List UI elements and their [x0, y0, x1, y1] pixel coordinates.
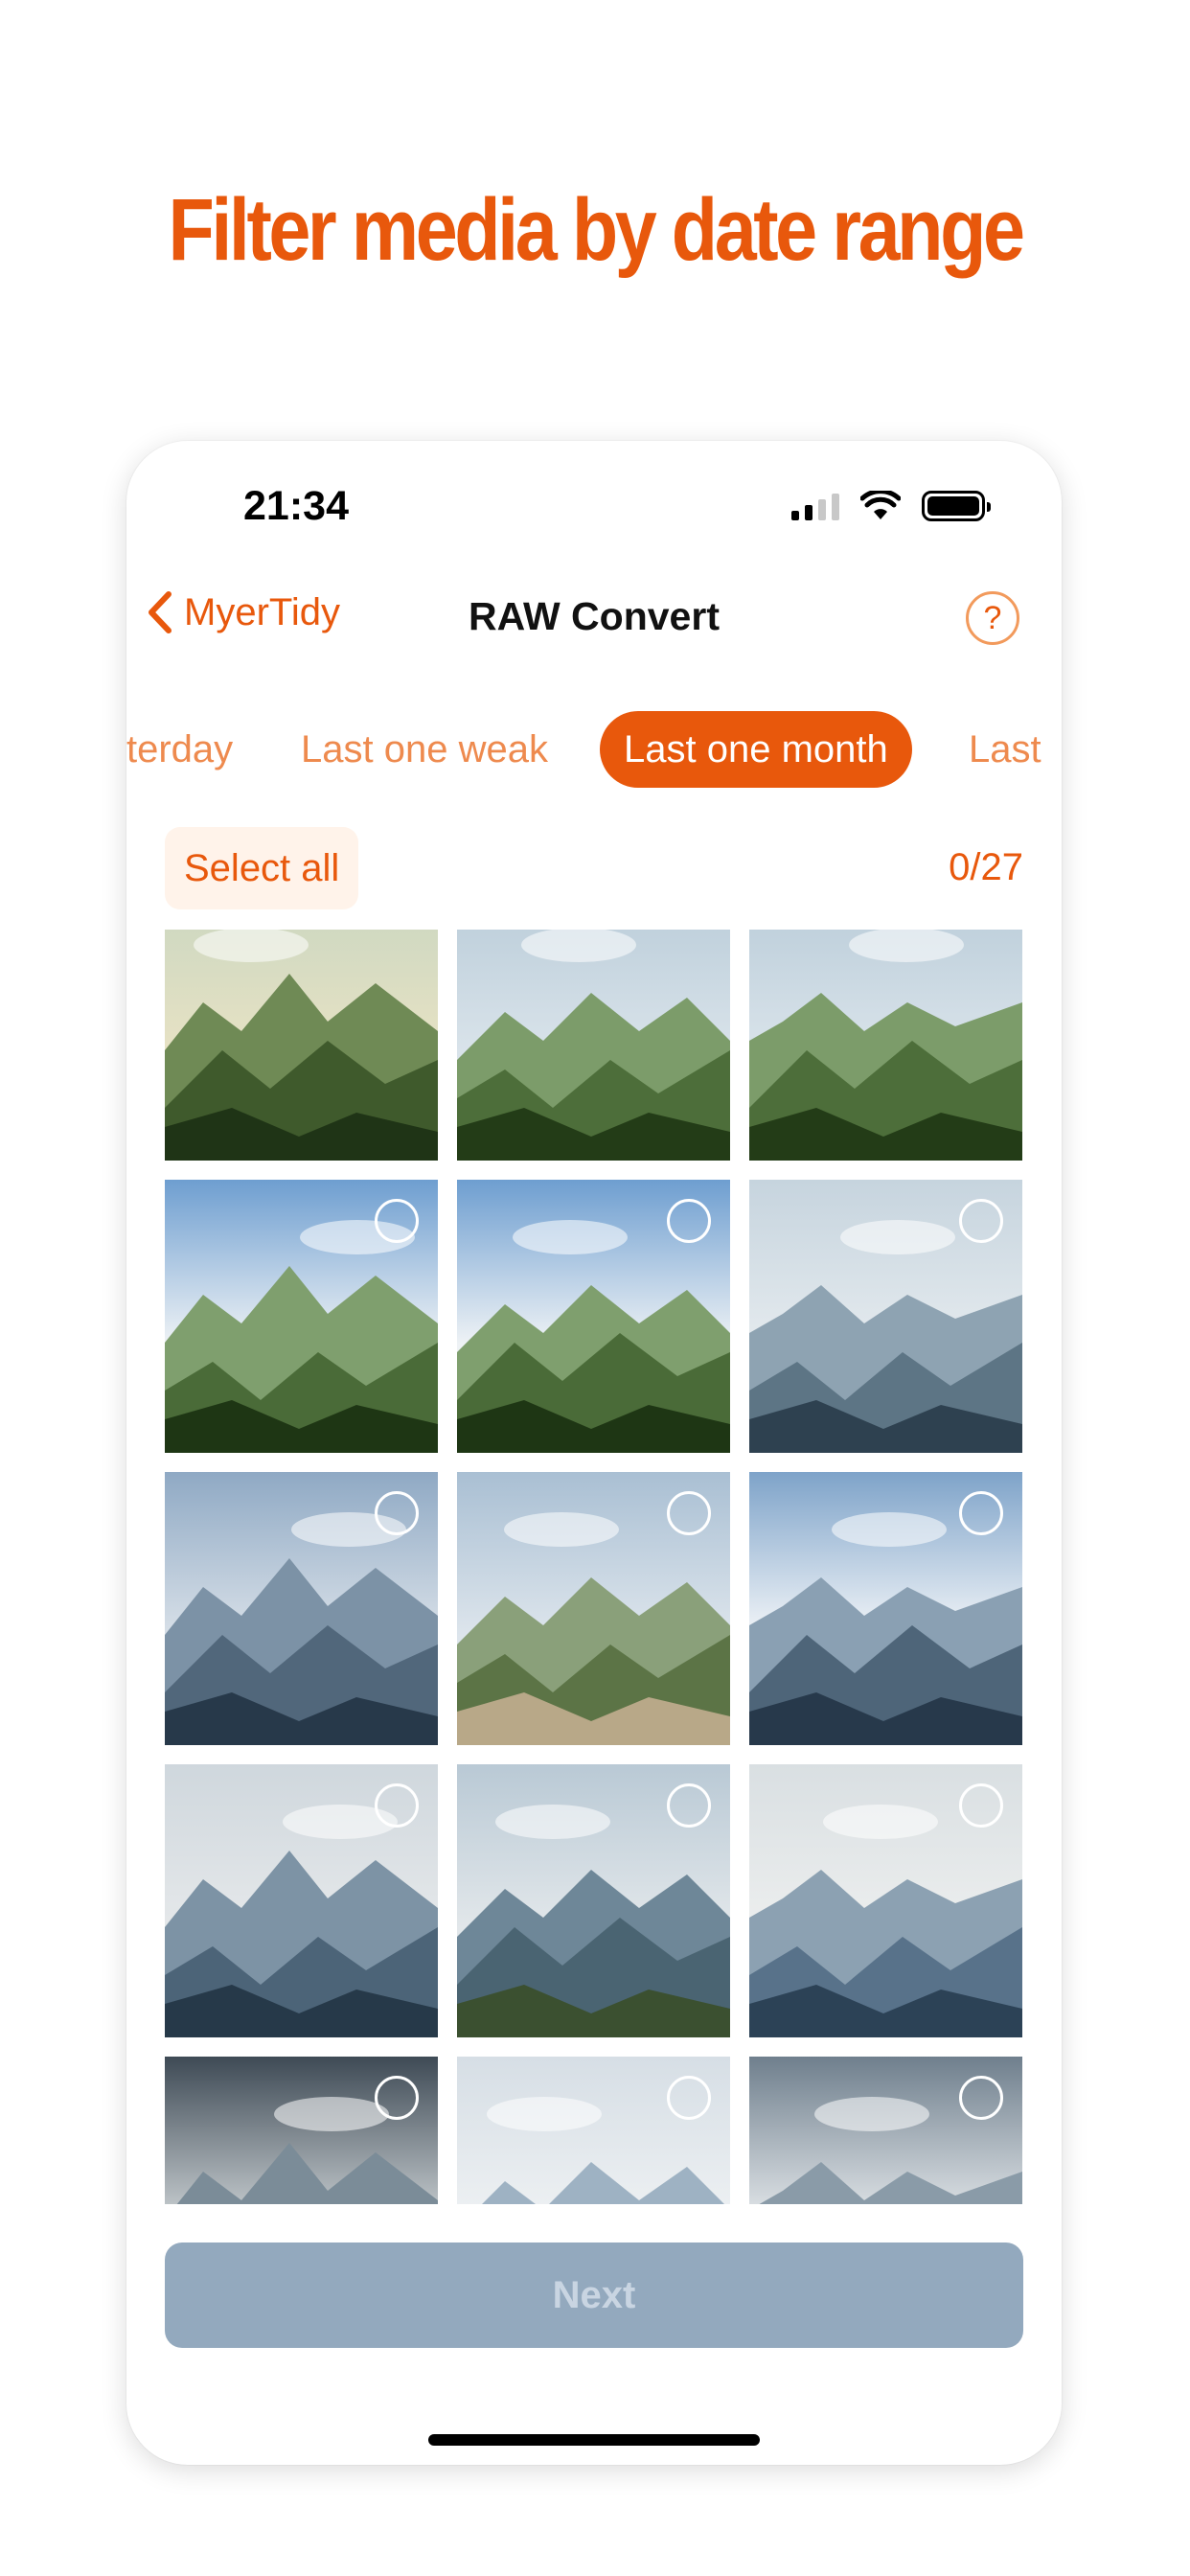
photo-thumbnail[interactable]	[749, 1180, 1022, 1453]
photo-thumbnail[interactable]	[165, 2057, 438, 2204]
status-icons	[791, 491, 991, 521]
photo-thumbnail[interactable]	[165, 1472, 438, 1745]
page-title: RAW Convert	[469, 594, 720, 638]
photo-thumbnail[interactable]	[749, 1764, 1022, 2037]
select-circle-icon[interactable]	[959, 2076, 1003, 2120]
photo-thumbnail[interactable]	[457, 1764, 730, 2037]
photo-thumbnail[interactable]	[165, 930, 438, 1161]
photo-thumbnail[interactable]	[165, 1180, 438, 1453]
photo-grid	[165, 930, 1023, 2204]
filter-chip-yesterday[interactable]: terday	[126, 711, 233, 788]
filter-chip-last[interactable]: Last	[969, 711, 1041, 788]
select-circle-icon[interactable]	[375, 1491, 419, 1535]
help-icon: ?	[983, 599, 1002, 636]
wifi-icon	[860, 491, 901, 519]
select-all-button[interactable]: Select all	[165, 827, 359, 909]
select-circle-icon[interactable]	[375, 1783, 419, 1828]
date-filter-bar: terday Last one weak Last one month Last	[126, 711, 1062, 788]
home-indicator	[428, 2434, 760, 2446]
select-circle-icon[interactable]	[667, 1199, 711, 1243]
battery-icon	[922, 491, 991, 521]
photo-thumbnail[interactable]	[749, 1472, 1022, 1745]
photo-thumbnail[interactable]	[457, 2057, 730, 2204]
photo-thumbnail[interactable]	[749, 2057, 1022, 2204]
select-circle-icon[interactable]	[959, 1491, 1003, 1535]
photo-thumbnail[interactable]	[457, 1180, 730, 1453]
headline: Filter media by date range	[168, 181, 1025, 279]
next-button[interactable]: Next	[165, 2242, 1023, 2348]
filter-chip-last-month[interactable]: Last one month	[600, 711, 912, 788]
help-button[interactable]: ?	[966, 591, 1019, 645]
cellular-signal-icon	[791, 492, 839, 520]
landscape-photo	[749, 930, 1022, 1161]
select-circle-icon[interactable]	[959, 1783, 1003, 1828]
filter-chip-last-week[interactable]: Last one weak	[301, 711, 548, 788]
select-circle-icon[interactable]	[667, 2076, 711, 2120]
select-circle-icon[interactable]	[959, 1199, 1003, 1243]
photo-thumbnail[interactable]	[457, 1472, 730, 1745]
select-circle-icon[interactable]	[667, 1783, 711, 1828]
landscape-photo	[457, 930, 730, 1161]
photo-thumbnail[interactable]	[457, 930, 730, 1161]
landscape-photo	[165, 930, 438, 1161]
select-circle-icon[interactable]	[667, 1491, 711, 1535]
photo-thumbnail[interactable]	[165, 1764, 438, 2037]
phone-screen: 21:34 MyerTidy RAW Convert ? terday Last…	[126, 441, 1062, 2465]
select-circle-icon[interactable]	[375, 1199, 419, 1243]
select-circle-icon[interactable]	[375, 2076, 419, 2120]
photo-thumbnail[interactable]	[749, 930, 1022, 1161]
status-time: 21:34	[243, 483, 349, 529]
selection-counter: 0/27	[949, 846, 1023, 888]
